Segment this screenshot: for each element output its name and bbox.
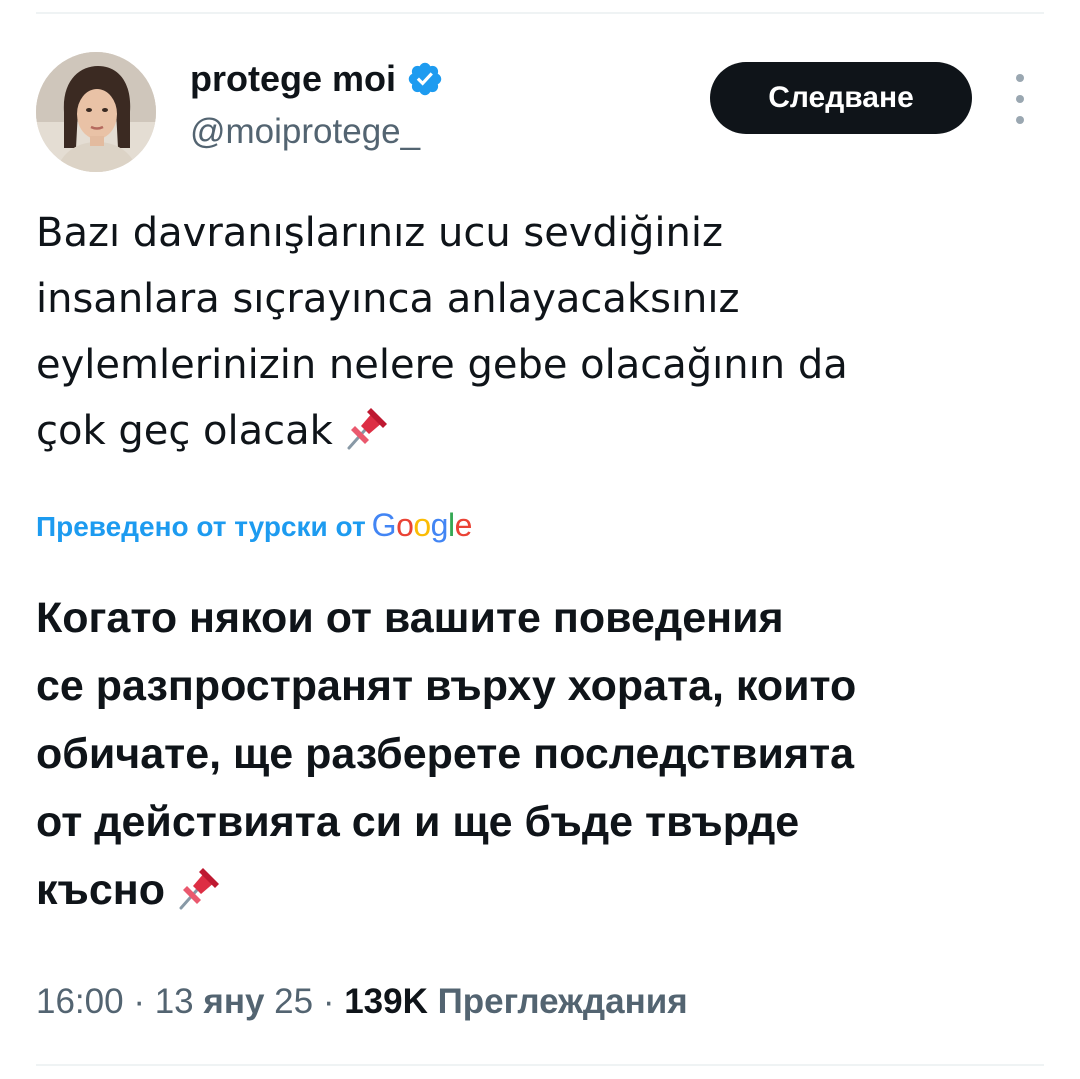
more-dot [1016, 74, 1024, 82]
translated-text: Когато някои от вашите поведения се разп… [36, 584, 1046, 924]
more-dot [1016, 95, 1024, 103]
translated-from-link[interactable]: Преведено от турски от [36, 511, 366, 543]
bottom-divider [36, 1064, 1044, 1066]
translated-line: се разпространят върху хората, които [36, 662, 857, 710]
tweet-line: insanlara sıçrayınca anlayacaksınız [36, 276, 740, 322]
verified-badge-icon [408, 62, 442, 96]
google-logo: Google [371, 507, 473, 543]
translation-attribution[interactable]: Преведено от турски от Google [36, 507, 472, 544]
views-count[interactable]: 139K [344, 982, 428, 1021]
avatar[interactable] [36, 52, 156, 172]
tweet-date-year[interactable]: 25 [274, 982, 313, 1021]
meta-separator: · [133, 982, 145, 1021]
translated-line: обичате, ще разберете последствията [36, 730, 855, 778]
translated-line: от действията си и ще бъде твърде [36, 798, 800, 846]
follow-button[interactable]: Следване [710, 62, 972, 134]
pushpin-icon [347, 408, 387, 450]
tweet-line: Bazı davranışlarınız ucu sevdiğiniz [36, 210, 723, 256]
author-name-row[interactable]: protege moi [190, 58, 444, 100]
author-display-name[interactable]: protege moi [190, 58, 396, 100]
tweet-date-day[interactable]: 13 [155, 982, 194, 1021]
translated-line: Когато някои от вашите поведения [36, 594, 784, 642]
tweet-text: Bazı davranışlarınız ucu sevdiğiniz insa… [36, 200, 1046, 464]
translated-line-last: късно [36, 856, 1046, 924]
tweet-line: eylemlerinizin nelere gebe olacağının da [36, 342, 848, 388]
tweet-meta: 16:00 · 13 яну 25 · 139K Преглеждания [36, 980, 688, 1024]
avatar-image [36, 52, 156, 172]
views-label[interactable]: Преглеждания [438, 982, 688, 1021]
tweet-line: çok geç olacak [36, 408, 333, 454]
translated-line: късно [36, 866, 166, 914]
pushpin-icon [179, 868, 220, 910]
meta-separator: · [322, 982, 335, 1021]
author-handle[interactable]: @moiprotege_ [190, 112, 420, 152]
tweet-time[interactable]: 16:00 [36, 982, 124, 1021]
tweet-line-last: çok geç olacak [36, 398, 1046, 464]
more-vertical-icon[interactable] [1008, 74, 1032, 124]
more-dot [1016, 116, 1024, 124]
top-divider [36, 12, 1044, 14]
tweet-date-month[interactable]: яну [203, 982, 264, 1021]
